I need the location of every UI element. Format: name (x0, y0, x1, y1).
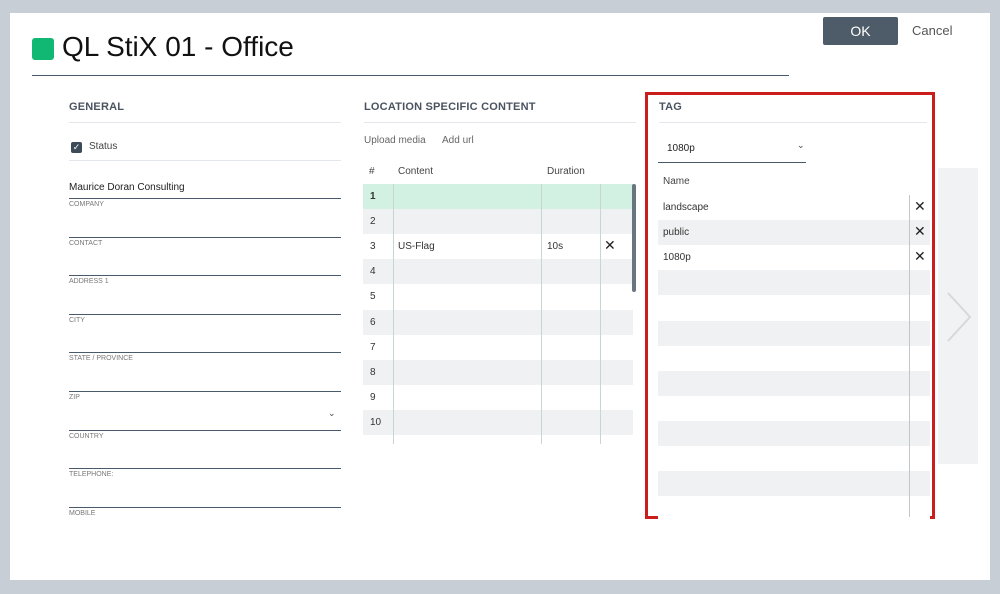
field-label: COMPANY (69, 201, 104, 208)
table-row[interactable]: 9 (363, 384, 633, 410)
table-row (658, 345, 930, 371)
row-number: 10 (370, 416, 382, 428)
field-underline (69, 313, 341, 315)
status-indicator (32, 38, 54, 60)
status-checkbox[interactable]: ✓ (71, 142, 82, 153)
row-duration: 10s (547, 241, 564, 253)
table-row (658, 446, 930, 471)
row-number: 5 (370, 291, 376, 303)
field-underline (69, 275, 341, 277)
table-row[interactable]: 1080p ✕ (658, 245, 930, 271)
divider (69, 160, 341, 161)
col-duration: Duration (547, 166, 585, 177)
tag-name: landscape (663, 202, 709, 213)
column-divider (393, 184, 394, 444)
row-number: 8 (370, 366, 376, 378)
divider (364, 122, 636, 123)
close-icon[interactable]: ✕ (914, 198, 926, 215)
row-number: 4 (370, 266, 376, 278)
chevron-down-icon[interactable]: ⌄ (797, 140, 805, 151)
table-row[interactable]: 1 (363, 184, 633, 209)
page-title: QL StiX 01 - Office (62, 31, 294, 62)
check-icon: ✓ (72, 142, 81, 152)
content-scrollbar[interactable] (632, 184, 636, 292)
field-underline (69, 198, 341, 199)
row-number: 6 (370, 316, 376, 328)
field-label: CITY (69, 316, 85, 324)
upload-media-link[interactable]: Upload media (364, 135, 426, 146)
table-row[interactable]: 5 (363, 284, 633, 310)
table-row[interactable]: 2 (363, 209, 633, 235)
field-underline (69, 236, 341, 238)
table-row[interactable]: public ✕ (658, 220, 930, 246)
row-number: 9 (370, 391, 376, 403)
chevron-right-icon[interactable] (944, 290, 974, 344)
close-icon[interactable]: ✕ (914, 223, 926, 240)
row-number: 7 (370, 341, 376, 353)
table-row[interactable]: 3 US-Flag 10s ✕ (363, 234, 633, 260)
tag-name: public (663, 227, 690, 239)
table-row (658, 370, 930, 396)
row-number: 2 (370, 216, 376, 228)
table-row[interactable]: 6 (363, 309, 633, 335)
field-label: COUNTRY (69, 432, 104, 440)
column-divider (909, 195, 910, 517)
row-number: 3 (370, 241, 376, 253)
table-row (658, 320, 930, 346)
add-url-link[interactable]: Add url (442, 135, 474, 146)
tag-select[interactable]: 1080p (667, 143, 695, 154)
table-row (658, 395, 930, 421)
table-row[interactable]: 8 (363, 359, 633, 385)
location-heading: LOCATION SPECIFIC CONTENT (364, 101, 536, 113)
ok-button[interactable]: OK (823, 17, 898, 45)
col-content: Content (398, 166, 434, 177)
table-row (658, 295, 930, 321)
row-content: US-Flag (398, 241, 435, 253)
table-row (658, 420, 930, 446)
field-label: CONTACT (69, 239, 103, 247)
row-number: 1 (370, 191, 376, 202)
field-underline (69, 429, 341, 431)
table-row[interactable]: 7 (363, 334, 633, 360)
field-label: MOBILE (69, 509, 96, 517)
divider (69, 122, 341, 123)
table-row[interactable]: 10 (363, 409, 633, 435)
close-icon[interactable]: ✕ (604, 237, 616, 254)
close-icon[interactable]: ✕ (914, 248, 926, 265)
table-row[interactable]: landscape ✕ (658, 195, 930, 220)
field-underline (69, 468, 341, 470)
field-label: STATE / PROVINCE (69, 355, 133, 363)
title-bar: QL StiX 01 - Office (32, 31, 789, 76)
column-divider (541, 184, 542, 444)
col-num: # (369, 166, 375, 177)
cancel-button[interactable]: Cancel (912, 23, 952, 38)
general-heading: GENERAL (69, 101, 125, 113)
table-row (658, 471, 930, 497)
table-row (658, 270, 930, 296)
field-underline (69, 391, 341, 392)
divider (659, 122, 927, 123)
select-underline (658, 162, 806, 163)
col-name: Name (663, 176, 690, 187)
status-label: Status (89, 141, 118, 152)
table-row[interactable]: 4 (363, 259, 633, 285)
tag-name: 1080p (663, 252, 691, 264)
field-label: ZIP (69, 394, 80, 401)
tag-heading: TAG (659, 101, 683, 113)
chevron-down-icon[interactable]: ⌄ (328, 408, 336, 419)
table-row (658, 496, 930, 522)
field-label: ADDRESS 1 (69, 278, 109, 286)
column-divider (600, 184, 601, 444)
tag-table: landscape ✕ public ✕ 1080p ✕ (658, 195, 930, 522)
field-input[interactable]: Maurice Doran Consulting (69, 182, 185, 193)
field-label: TELEPHONE: (69, 471, 114, 479)
field-underline (69, 352, 341, 354)
content-table: 1 2 3 US-Flag 10s ✕ 4 5 6 7 8 9 10 (363, 184, 633, 444)
field-underline (69, 506, 341, 508)
